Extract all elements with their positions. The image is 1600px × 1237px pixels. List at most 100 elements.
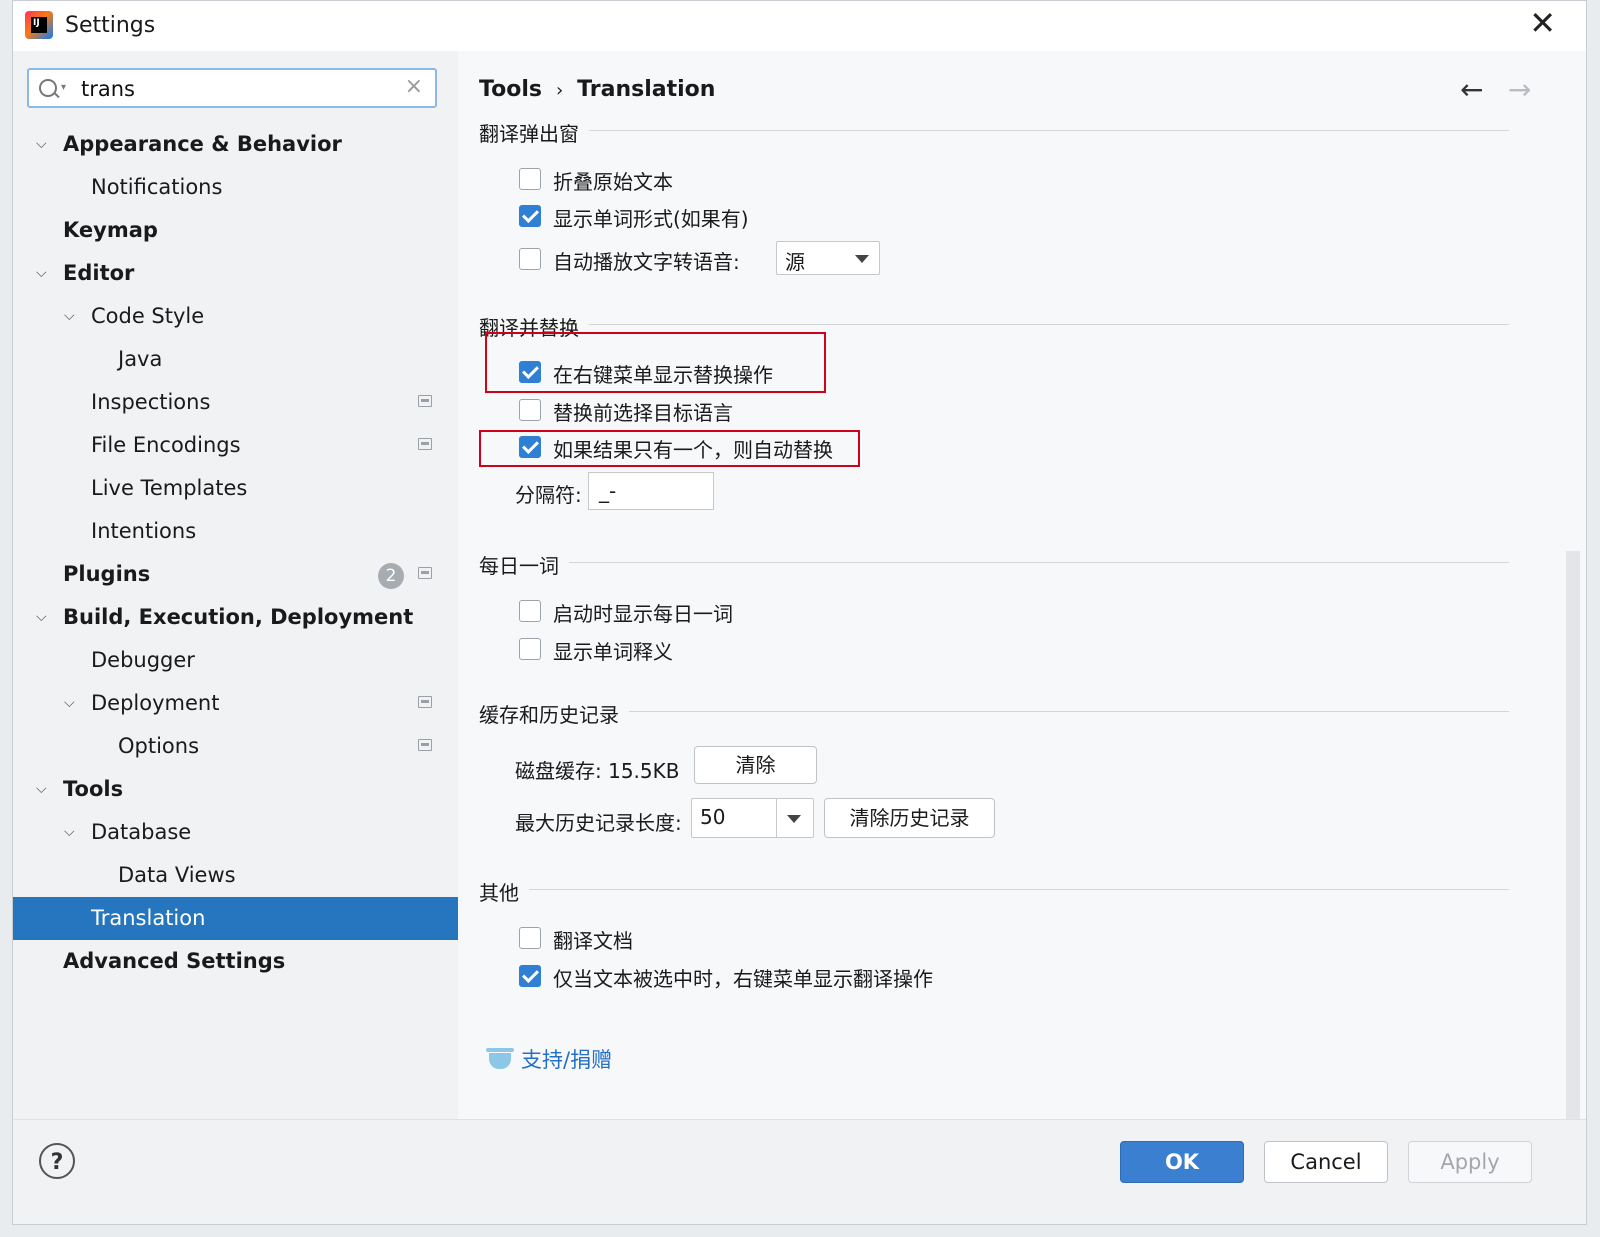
section-popup: 翻译弹出窗 [479, 118, 1509, 147]
apply-button[interactable]: Apply [1408, 1141, 1532, 1183]
sidebar-item-label: Notifications [91, 175, 223, 199]
sidebar-item-options[interactable]: Options [13, 725, 458, 768]
sidebar-item-data-views[interactable]: Data Views [13, 854, 458, 897]
separator-label: 分隔符: [515, 483, 582, 507]
chevron-down-icon[interactable] [787, 815, 801, 823]
section-title: 其他 [479, 877, 529, 906]
sidebar-item-editor[interactable]: ⌵ Editor [13, 252, 458, 295]
chevron-down-icon[interactable]: ⌵ [36, 596, 47, 639]
cancel-button[interactable]: Cancel [1264, 1141, 1388, 1183]
section-title: 每日一词 [479, 550, 569, 579]
sidebar-item-notifications[interactable]: Notifications [13, 166, 458, 209]
sidebar-item-label: Code Style [91, 304, 205, 328]
scrollbar[interactable] [1566, 551, 1580, 1121]
support-link-text[interactable]: 支持/捐赠 [521, 1048, 612, 1072]
project-scope-icon [418, 739, 432, 751]
sidebar-item-live-templates[interactable]: Live Templates [13, 467, 458, 510]
sidebar-item-label: Translation [91, 906, 206, 930]
sidebar-item-intentions[interactable]: Intentions [13, 510, 458, 553]
max-history-label: 最大历史记录长度: [515, 811, 682, 835]
chevron-down-icon[interactable]: ⌵ [64, 811, 75, 854]
show-on-startup-label: 启动时显示每日一词 [553, 602, 733, 626]
sidebar-item-label: Build, Execution, Deployment [63, 605, 414, 629]
project-scope-icon [418, 438, 432, 450]
dialog-footer: ? OK Cancel Apply [13, 1119, 1586, 1224]
sidebar-item-label: Keymap [63, 218, 158, 242]
sidebar-item-database[interactable]: ⌵ Database [13, 811, 458, 854]
sidebar-item-label: Plugins [63, 562, 151, 586]
sidebar-item-inspections[interactable]: Inspections [13, 381, 458, 424]
close-icon[interactable]: ✕ [1529, 7, 1556, 39]
select-target-lang-checkbox[interactable] [519, 399, 541, 421]
sidebar-item-java[interactable]: Java [13, 338, 458, 381]
sidebar-item-label: Data Views [118, 863, 236, 887]
chevron-down-icon[interactable]: ⌵ [64, 682, 75, 725]
ok-button[interactable]: OK [1120, 1141, 1244, 1183]
sidebar-item-plugins[interactable]: Plugins 2 [13, 553, 458, 596]
search-input[interactable] [79, 74, 403, 104]
support-link[interactable]: 支持/捐赠 [486, 1044, 612, 1074]
show-on-startup-checkbox[interactable] [519, 600, 541, 622]
search-icon [39, 79, 57, 97]
clear-search-icon[interactable]: × [405, 74, 423, 99]
sidebar-item-advanced-settings[interactable]: Advanced Settings [13, 940, 458, 983]
clear-cache-button[interactable]: 清除 [694, 746, 817, 784]
sidebar-item-keymap[interactable]: Keymap [13, 209, 458, 252]
forward-arrow-icon[interactable]: → [1508, 73, 1531, 106]
section-other: 其他 [479, 877, 1509, 906]
translate-docs-checkbox[interactable] [519, 927, 541, 949]
auto-replace-checkbox[interactable] [519, 436, 541, 458]
help-button[interactable]: ? [39, 1143, 75, 1179]
only-when-selected-checkbox[interactable] [519, 965, 541, 987]
tts-language-select[interactable]: 源 [776, 241, 880, 275]
breadcrumb-tools[interactable]: Tools [479, 77, 542, 102]
chevron-down-icon[interactable]: ⌵ [36, 252, 47, 295]
search-box[interactable]: ▾ × [27, 68, 437, 108]
fold-original-checkbox[interactable] [519, 168, 541, 190]
show-replace-in-menu-checkbox[interactable] [519, 361, 541, 383]
sidebar-item-debugger[interactable]: Debugger [13, 639, 458, 682]
section-word-of-day: 每日一词 [479, 550, 1509, 579]
back-arrow-icon[interactable]: ← [1460, 73, 1483, 106]
sidebar-item-tools[interactable]: ⌵ Tools [13, 768, 458, 811]
translate-docs-label: 翻译文档 [553, 929, 633, 953]
sidebar-item-label: Intentions [91, 519, 197, 543]
sidebar-item-label: Debugger [91, 648, 195, 672]
sidebar-item-label: Database [91, 820, 192, 844]
clear-history-button[interactable]: 清除历史记录 [824, 798, 995, 838]
chevron-down-icon[interactable]: ▾ [61, 82, 66, 93]
only-when-selected-label: 仅当文本被选中时，右键菜单显示翻译操作 [553, 967, 933, 991]
project-scope-icon [418, 395, 432, 407]
separator-input[interactable]: _- [588, 472, 714, 510]
chevron-down-icon[interactable]: ⌵ [36, 768, 47, 811]
tts-language-value: 源 [785, 250, 805, 274]
sidebar-item-label: Inspections [91, 390, 211, 414]
max-history-value: 50 [700, 805, 726, 829]
settings-dialog: Settings ✕ ▾ × ⌵ Appearance & Behavior Not… [12, 0, 1587, 1225]
show-replace-in-menu-label: 在右键菜单显示替换操作 [553, 363, 773, 387]
title-bar: Settings ✕ [13, 1, 1586, 52]
sidebar-item-code-style[interactable]: ⌵ Code Style [13, 295, 458, 338]
window-title: Settings [65, 13, 156, 38]
sidebar-item-appearance-behavior[interactable]: ⌵ Appearance & Behavior [13, 123, 458, 166]
section-cache: 缓存和历史记录 [479, 699, 1509, 728]
show-word-forms-label: 显示单词形式(如果有) [553, 207, 749, 231]
max-history-combo[interactable]: 50 [691, 798, 814, 838]
sidebar-item-label: Advanced Settings [63, 949, 286, 973]
select-target-lang-label: 替换前选择目标语言 [553, 401, 733, 425]
sidebar-item-label: Editor [63, 261, 135, 285]
chevron-down-icon[interactable]: ⌵ [36, 123, 47, 166]
chevron-down-icon[interactable]: ⌵ [64, 295, 75, 338]
fold-original-label: 折叠原始文本 [553, 170, 673, 194]
sidebar-item-build-execution-deployment[interactable]: ⌵ Build, Execution, Deployment [13, 596, 458, 639]
sidebar-item-file-encodings[interactable]: File Encodings [13, 424, 458, 467]
section-title: 翻译弹出窗 [479, 118, 589, 147]
disk-cache-label: 磁盘缓存: 15.5KB [515, 759, 680, 783]
auto-tts-checkbox[interactable] [519, 248, 541, 270]
sidebar-item-label: Java [118, 347, 163, 371]
sidebar-item-deployment[interactable]: ⌵ Deployment [13, 682, 458, 725]
sidebar-item-translation[interactable]: Translation [13, 897, 458, 940]
show-explanation-checkbox[interactable] [519, 638, 541, 660]
show-word-forms-checkbox[interactable] [519, 205, 541, 227]
settings-sidebar: ▾ × ⌵ Appearance & Behavior Notifications K… [13, 51, 458, 1141]
